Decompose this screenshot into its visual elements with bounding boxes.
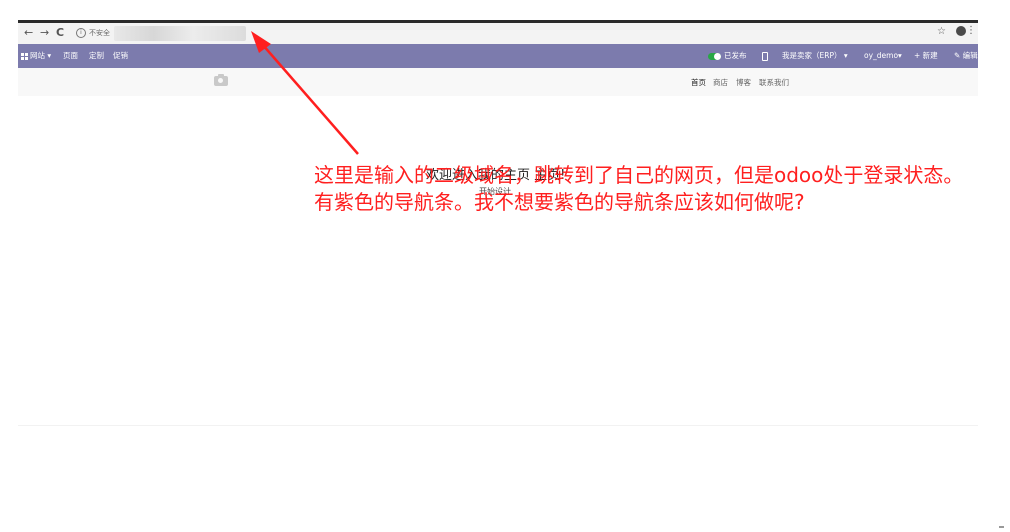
site-menu-contact[interactable]: 联系我们 xyxy=(759,78,789,88)
forward-button[interactable]: → xyxy=(40,26,49,40)
publish-toggle[interactable]: 已发布 xyxy=(708,51,747,61)
camera-icon[interactable] xyxy=(214,74,228,86)
reload-button[interactable]: C xyxy=(56,26,64,40)
edit-button[interactable]: ✎ 编辑 xyxy=(954,51,978,61)
user-menu[interactable]: oy_demo▾ xyxy=(864,51,902,61)
bookmark-star-icon[interactable]: ☆ xyxy=(937,26,946,37)
info-icon: i xyxy=(76,28,86,38)
company-switcher[interactable]: 我是卖家（ERP） ▾ xyxy=(782,51,848,61)
apps-menu[interactable]: 网站 ▾ xyxy=(21,51,51,61)
pages-menu[interactable]: 页面 xyxy=(63,51,78,61)
published-label: 已发布 xyxy=(724,51,747,60)
footer-divider xyxy=(18,425,978,426)
annotation-line-2: 有紫色的导航条。我不想要紫色的导航条应该如何做呢? xyxy=(314,190,805,214)
chevron-down-icon: ▾ xyxy=(898,51,902,60)
new-button[interactable]: + 新建 xyxy=(914,51,938,61)
browser-toolbar: ← → C i 不安全 ☆ ⋮ xyxy=(18,23,978,45)
chevron-down-icon: ▾ xyxy=(843,51,848,60)
site-menu-blog[interactable]: 博客 xyxy=(736,78,751,88)
address-bar[interactable] xyxy=(114,26,246,41)
site-menu-shop[interactable]: 商店 xyxy=(713,78,728,88)
website-header: 首页 商店 博客 联系我们 xyxy=(18,68,978,96)
chevron-down-icon: ▾ xyxy=(47,51,52,60)
security-indicator[interactable]: i 不安全 xyxy=(76,26,110,40)
mobile-preview-button[interactable] xyxy=(762,51,768,61)
profile-icon[interactable] xyxy=(956,26,966,36)
scroll-edge-mark xyxy=(999,526,1004,528)
promote-menu[interactable]: 促销 xyxy=(113,51,128,61)
apps-grid-icon xyxy=(21,52,28,60)
apps-menu-label: 网站 xyxy=(30,51,45,60)
customize-menu[interactable]: 定制 xyxy=(89,51,104,61)
odoo-admin-navbar: 网站 ▾ 页面 定制 促销 已发布 我是卖家（ERP） ▾ oy_demo▾ +… xyxy=(18,44,978,68)
mobile-icon xyxy=(762,51,768,61)
red-annotation: 这里是输入的二级域名，跳转到了自己的网页，但是odoo处于登录状态。 有紫色的导… xyxy=(314,162,963,216)
site-menu-home[interactable]: 首页 xyxy=(691,78,706,88)
annotation-line-1: 这里是输入的二级域名，跳转到了自己的网页，但是odoo处于登录状态。 xyxy=(314,163,964,187)
security-label: 不安全 xyxy=(89,29,110,37)
browser-menu-icon[interactable]: ⋮ xyxy=(966,25,976,36)
user-label: oy_demo xyxy=(864,51,899,60)
screenshot-page: ← → C i 不安全 ☆ ⋮ 网站 ▾ 页面 定制 促销 已发布 我是卖家（ER… xyxy=(0,0,1010,532)
company-label: 我是卖家（ERP） xyxy=(782,51,842,60)
toggle-switch xyxy=(708,52,721,60)
back-button[interactable]: ← xyxy=(24,26,33,40)
